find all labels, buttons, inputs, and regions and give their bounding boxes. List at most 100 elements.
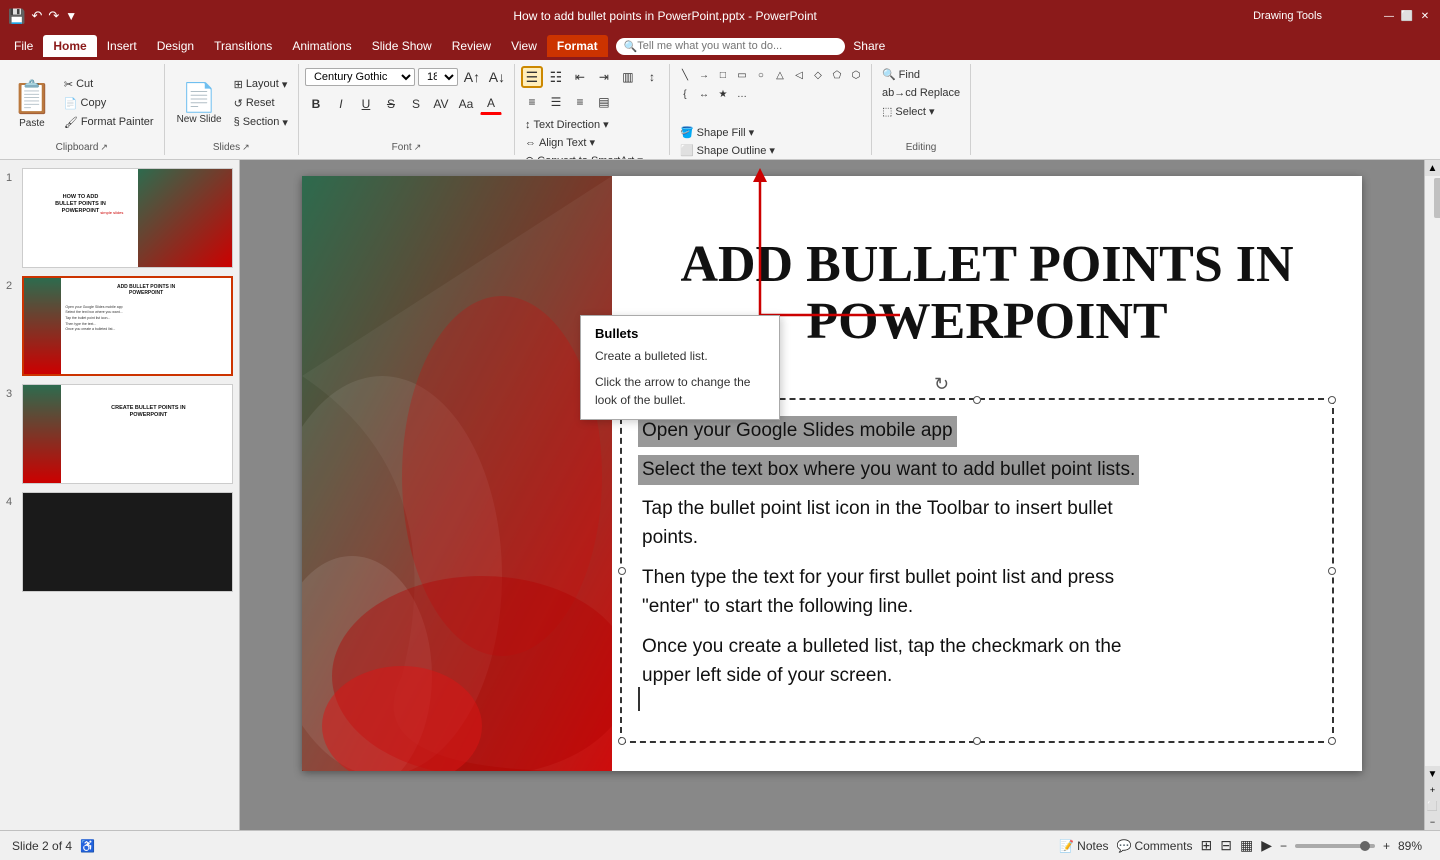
- slide-thumbnail-3[interactable]: 3 CREATE BULLET POINTS INPOWERPOINT: [6, 384, 233, 484]
- scroll-zoom-down[interactable]: −: [1425, 814, 1440, 830]
- redo-icon[interactable]: ↷: [48, 8, 59, 24]
- convert-smartart-btn[interactable]: ⊙ Convert to SmartArt ▾: [521, 152, 647, 160]
- slide-preview-2[interactable]: ADD BULLET POINTS INPOWERPOINT Open your…: [22, 276, 233, 376]
- handle-top-center[interactable]: [973, 396, 981, 404]
- slide-preview-3[interactable]: CREATE BULLET POINTS INPOWERPOINT: [22, 384, 233, 484]
- handle-top-right[interactable]: [1328, 396, 1336, 404]
- shape-more[interactable]: …: [733, 85, 751, 103]
- decrease-font-btn[interactable]: A↓: [486, 66, 508, 88]
- menu-transitions[interactable]: Transitions: [204, 35, 282, 57]
- menu-animations[interactable]: Animations: [282, 35, 361, 57]
- shape-rect[interactable]: □: [714, 66, 732, 84]
- menu-format[interactable]: Format: [547, 35, 608, 57]
- font-expand-icon[interactable]: ↗: [414, 142, 422, 153]
- rotate-handle[interactable]: ↻: [934, 374, 950, 390]
- shape-hex[interactable]: ⬡: [847, 66, 865, 84]
- shape-oval[interactable]: ○: [752, 66, 770, 84]
- char-space-btn[interactable]: AV: [430, 93, 452, 115]
- shape-diamond[interactable]: ◇: [809, 66, 827, 84]
- format-painter-button[interactable]: 🖌 Format Painter: [60, 114, 158, 131]
- minimize-btn[interactable]: —: [1382, 9, 1396, 23]
- menu-home[interactable]: Home: [43, 35, 96, 57]
- align-left-btn[interactable]: ≡: [521, 91, 543, 113]
- cut-button[interactable]: ✂ Cut: [60, 76, 158, 93]
- close-btn[interactable]: ✕: [1418, 9, 1432, 23]
- shape-triangle[interactable]: △: [771, 66, 789, 84]
- section-button[interactable]: § Section ▾: [230, 114, 292, 131]
- paste-button[interactable]: 📋 Paste: [6, 74, 58, 133]
- center-btn[interactable]: ☰: [545, 91, 567, 113]
- notes-btn[interactable]: 📝 Notes: [1059, 839, 1108, 853]
- shape-arrow[interactable]: →: [695, 66, 713, 84]
- menu-slideshow[interactable]: Slide Show: [362, 35, 442, 57]
- comments-btn[interactable]: 💬 Comments: [1117, 839, 1193, 853]
- layout-button[interactable]: ⊞ Layout ▾: [230, 76, 292, 93]
- slide-thumbnail-2[interactable]: 2 ADD BULLET POINTS INPOWERPOINT Open yo…: [6, 276, 233, 376]
- handle-bot-right[interactable]: [1328, 737, 1336, 745]
- bullets-btn[interactable]: ☰: [521, 66, 543, 88]
- shape-star[interactable]: ★: [714, 85, 732, 103]
- slide-preview-1[interactable]: HOW TO ADDBULLET POINTS INPOWERPOINT sim…: [22, 168, 233, 268]
- shape-bracket[interactable]: {: [676, 85, 694, 103]
- italic-btn[interactable]: I: [330, 93, 352, 115]
- slide-thumbnail-1[interactable]: 1 HOW TO ADDBULLET POINTS INPOWERPOINT s…: [6, 168, 233, 268]
- find-btn[interactable]: 🔍 Find: [878, 66, 924, 83]
- view-reading-btn[interactable]: ▦: [1240, 837, 1253, 854]
- menu-review[interactable]: Review: [442, 35, 501, 57]
- shape-line[interactable]: ╲: [676, 66, 694, 84]
- strikethrough-btn[interactable]: S: [380, 93, 402, 115]
- view-slide-sorter-btn[interactable]: ⊟: [1220, 837, 1232, 854]
- text-box[interactable]: Open your Google Slides mobile app Selec…: [620, 398, 1334, 743]
- decrease-indent-btn[interactable]: ⇤: [569, 66, 591, 88]
- shape-penta[interactable]: ⬠: [828, 66, 846, 84]
- reset-button[interactable]: ↺ Reset: [230, 95, 292, 112]
- zoom-level[interactable]: 89%: [1398, 839, 1428, 853]
- slide-thumbnail-4[interactable]: 4: [6, 492, 233, 592]
- align-text-btn[interactable]: ⇔ Align Text ▾: [521, 134, 647, 151]
- handle-mid-right[interactable]: [1328, 567, 1336, 575]
- shape-dbl-arrow[interactable]: ↔: [695, 85, 713, 103]
- select-btn[interactable]: ⬚ Select ▾: [878, 103, 939, 120]
- menu-design[interactable]: Design: [147, 35, 204, 57]
- menu-view[interactable]: View: [501, 35, 547, 57]
- scroll-up-btn[interactable]: ▲: [1425, 160, 1440, 176]
- shadow-btn[interactable]: S: [405, 93, 427, 115]
- customize-icon[interactable]: ▼: [65, 9, 77, 23]
- font-size-select[interactable]: 18: [418, 68, 458, 86]
- view-normal-btn[interactable]: ⊞: [1200, 837, 1212, 854]
- slide-preview-4[interactable]: [22, 492, 233, 592]
- columns-btn[interactable]: ▥: [617, 66, 639, 88]
- scroll-down-btn[interactable]: ▼: [1425, 766, 1440, 782]
- line-spacing-btn[interactable]: ↕: [641, 66, 663, 88]
- handle-bot-center[interactable]: [973, 737, 981, 745]
- font-family-select[interactable]: Century Gothic: [305, 68, 415, 86]
- scroll-zoom-up[interactable]: +: [1425, 782, 1440, 798]
- replace-btn[interactable]: ab→cd Replace: [878, 85, 964, 101]
- justify-btn[interactable]: ▤: [593, 91, 615, 113]
- scroll-thumb[interactable]: [1434, 178, 1440, 218]
- shape-rounded-rect[interactable]: ▭: [733, 66, 751, 84]
- clipboard-expand-icon[interactable]: ↗: [100, 142, 108, 153]
- maximize-btn[interactable]: ⬜: [1400, 9, 1414, 23]
- search-input[interactable]: [637, 40, 837, 52]
- zoom-slider[interactable]: [1295, 844, 1375, 848]
- zoom-out-btn[interactable]: −: [1280, 839, 1287, 853]
- align-right-btn[interactable]: ≡: [569, 91, 591, 113]
- handle-bot-left[interactable]: [618, 737, 626, 745]
- bold-btn[interactable]: B: [305, 93, 327, 115]
- shape-fill-btn[interactable]: 🪣 Shape Fill ▾: [676, 124, 865, 141]
- numbering-btn[interactable]: ☷: [545, 66, 567, 88]
- font-color-btn[interactable]: A: [480, 93, 502, 115]
- underline-btn[interactable]: U: [355, 93, 377, 115]
- increase-font-btn[interactable]: A↑: [461, 66, 483, 88]
- menu-file[interactable]: File: [4, 35, 43, 57]
- save-icon[interactable]: 💾: [8, 8, 25, 25]
- shape-outline-btn[interactable]: ⬜ Shape Outline ▾: [676, 142, 865, 159]
- new-slide-button[interactable]: 📄 New Slide: [171, 77, 228, 129]
- text-direction-btn[interactable]: ↕ Text Direction ▾: [521, 116, 647, 133]
- zoom-in-btn[interactable]: +: [1383, 839, 1390, 853]
- change-case-btn[interactable]: Aa: [455, 93, 477, 115]
- increase-indent-btn[interactable]: ⇥: [593, 66, 615, 88]
- share-button[interactable]: Share: [853, 39, 885, 53]
- slides-expand-icon[interactable]: ↗: [242, 142, 250, 153]
